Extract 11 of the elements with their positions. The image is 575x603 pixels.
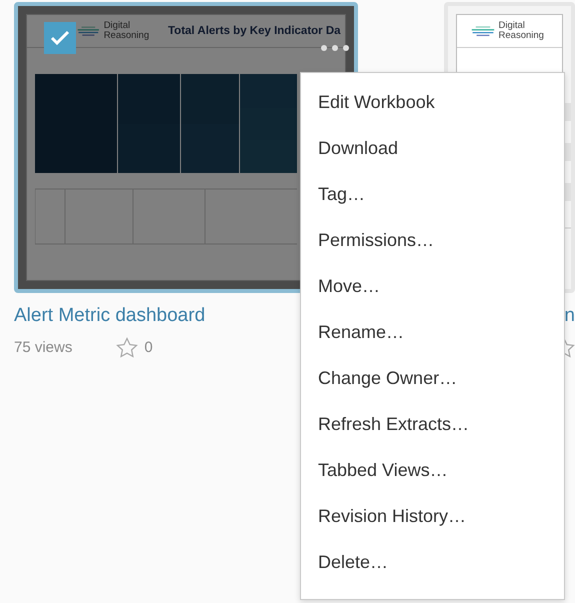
- view-count: 75 views: [14, 339, 72, 356]
- menu-item[interactable]: Change Owner…: [301, 355, 564, 401]
- menu-item[interactable]: Delete…: [301, 539, 564, 585]
- logo-text: Digital Reasoning: [104, 21, 150, 41]
- menu-item[interactable]: Tabbed Views…: [301, 447, 564, 493]
- menu-item[interactable]: Revision History…: [301, 493, 564, 539]
- menu-item[interactable]: Rename…: [301, 309, 564, 355]
- logo-text: Digital Reasoning: [498, 21, 545, 41]
- dashboard-heading: Total Alerts by Key Indicator Da: [168, 25, 341, 37]
- favorite-count: 0: [144, 339, 153, 356]
- menu-item[interactable]: Refresh Extracts…: [301, 401, 564, 447]
